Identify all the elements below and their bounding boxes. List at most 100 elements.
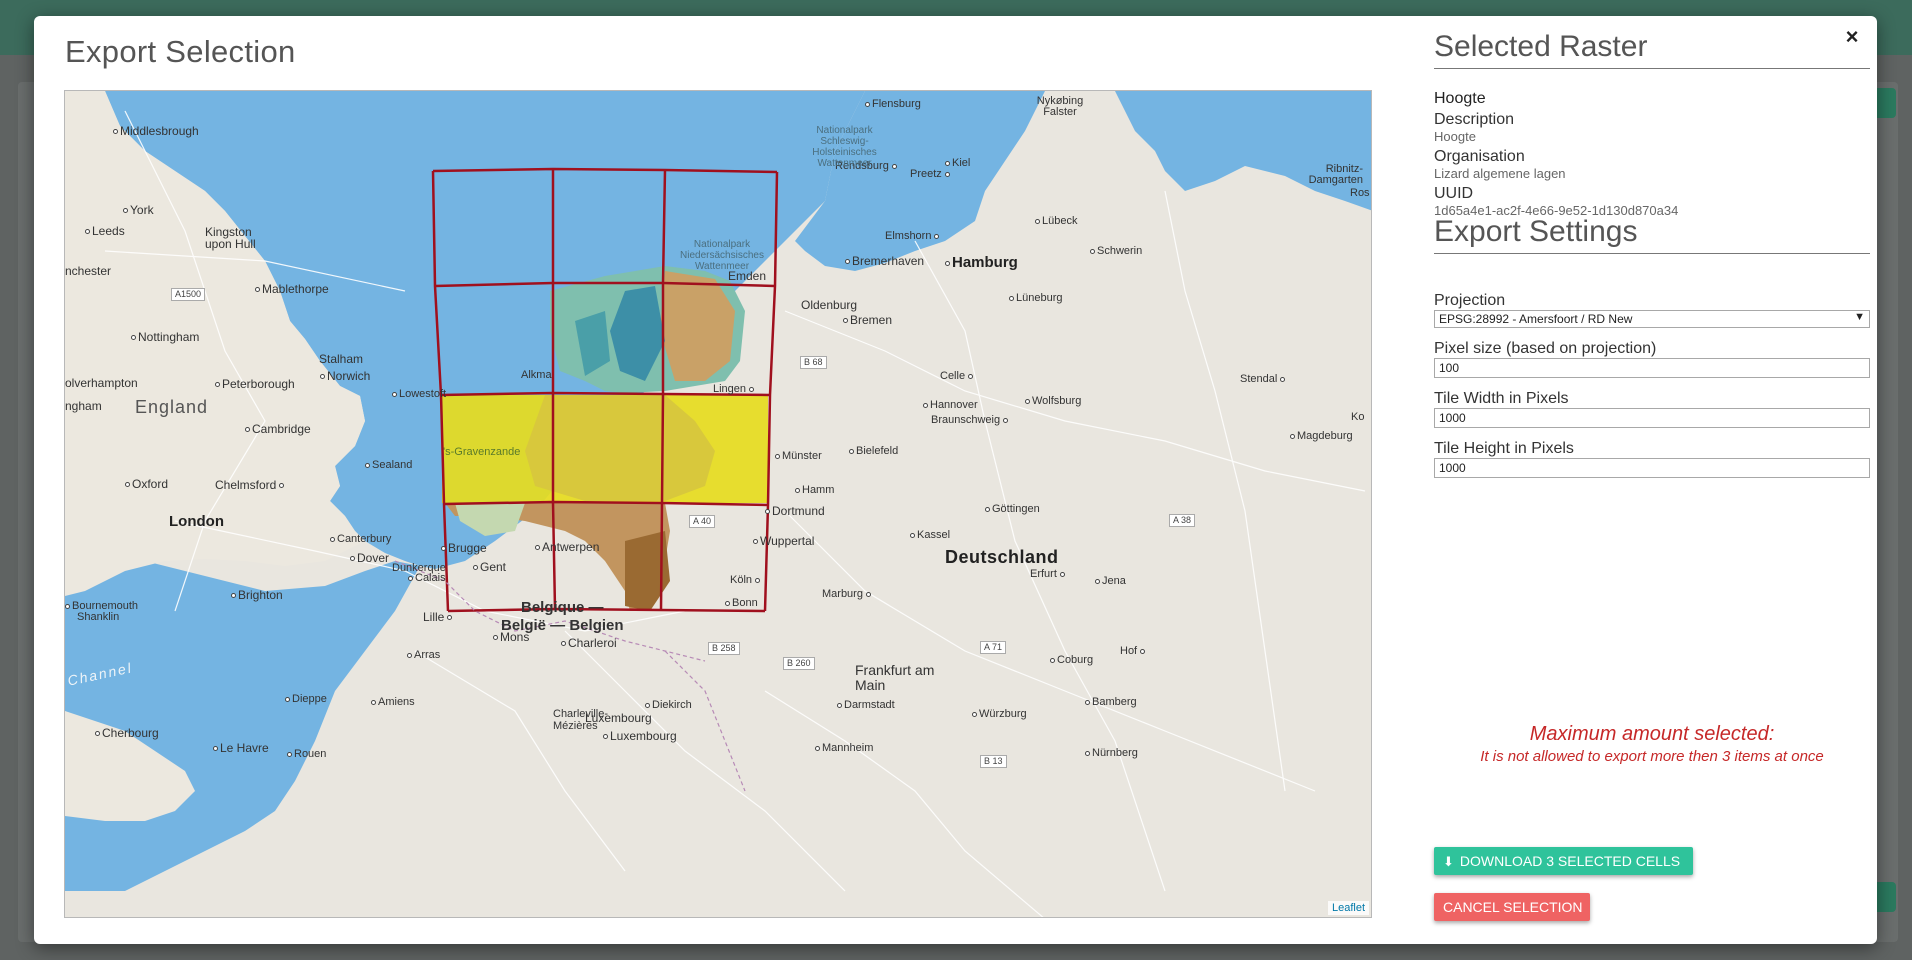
- map-label: Brugge: [441, 541, 487, 555]
- map-label: Köln: [730, 574, 762, 586]
- warning-text: It is not allowed to export more then 3 …: [1480, 748, 1824, 765]
- road-badge: B 260: [783, 657, 815, 670]
- map-label: Magdeburg: [1290, 430, 1353, 442]
- pixel-size-input[interactable]: 100: [1434, 358, 1870, 378]
- map-label: Coburg: [1050, 654, 1093, 666]
- map-label: Ko: [1351, 411, 1365, 423]
- map-label: Oldenburg: [801, 298, 858, 312]
- map-label: Lowestoft: [392, 388, 446, 400]
- map-label: olverhampton: [65, 376, 138, 390]
- organisation-value: Lizard algemene lagen: [1434, 166, 1566, 181]
- map-label: Le Havre: [213, 741, 269, 755]
- map-label: Cambridge: [245, 422, 311, 436]
- map-view[interactable]: Middlesbrough York Leeds Kingston upon H…: [64, 90, 1372, 918]
- map-label: Arras: [407, 649, 440, 661]
- map-label: Dieppe: [285, 693, 327, 705]
- organisation-label: Organisation: [1434, 148, 1525, 165]
- map-label: Luxembourg: [585, 711, 652, 725]
- road-badge: A1500: [171, 288, 206, 301]
- map-label: Ros: [1350, 187, 1370, 199]
- road-badge: A 40: [689, 515, 716, 528]
- map-label: Charleroi: [561, 636, 617, 650]
- map-canvas[interactable]: [65, 91, 1372, 918]
- map-label: Alkma: [521, 369, 552, 381]
- map-label: Diekirch: [645, 699, 692, 711]
- map-label: Bielefeld: [849, 445, 898, 457]
- map-label: Cherbourg: [95, 726, 159, 740]
- road-badge: A 71: [980, 641, 1007, 654]
- chevron-down-icon: ▼: [1854, 311, 1865, 323]
- map-label: 's-Gravenzande: [443, 446, 521, 458]
- map-label: Braunschweig: [931, 414, 1010, 426]
- road-badge: B 258: [708, 642, 740, 655]
- description-label: Description: [1434, 111, 1515, 128]
- map-label-park: Nationalpark Niedersächsisches Wattenmee…: [680, 239, 764, 272]
- map-label-city: Frankfurt am Main: [855, 662, 935, 693]
- map-label: Elmshorn: [885, 230, 941, 242]
- map-label: Würzburg: [972, 708, 1027, 720]
- map-label: Flensburg: [865, 98, 921, 110]
- map-label: Göttingen: [985, 503, 1040, 515]
- map-label: Chelmsford: [215, 478, 286, 492]
- map-label: Schwerin: [1090, 245, 1142, 257]
- map-label: Stendal: [1240, 373, 1287, 385]
- map-label: Amiens: [371, 696, 415, 708]
- tile-height-input[interactable]: 1000: [1434, 458, 1870, 478]
- map-label: Gent: [473, 560, 506, 574]
- map-label: Dover: [350, 551, 389, 565]
- tile-width-input[interactable]: 1000: [1434, 408, 1870, 428]
- map-label: Nürnberg: [1085, 747, 1138, 759]
- map-label: Stalham: [319, 352, 364, 366]
- map-label-park: Nationalpark Schleswig-Holsteinisches Wa…: [812, 125, 877, 169]
- map-label: Mannheim: [815, 742, 873, 754]
- map-label: Lübeck: [1035, 215, 1077, 227]
- download-selected-cells-button[interactable]: ⬇ DOWNLOAD 3 SELECTED CELLS: [1434, 847, 1693, 875]
- selected-raster-heading: Selected Raster: [1434, 30, 1870, 69]
- map-label: Hannover: [923, 399, 978, 411]
- raster-name: Hoogte: [1434, 90, 1486, 107]
- export-settings-heading: Export Settings: [1434, 215, 1870, 254]
- leaflet-attribution-link[interactable]: Leaflet: [1327, 901, 1369, 915]
- cancel-selection-button[interactable]: CANCEL SELECTION: [1434, 893, 1590, 921]
- map-label: Marburg: [822, 588, 873, 600]
- map-label: Leeds: [85, 224, 125, 238]
- map-label: ngham: [65, 399, 102, 413]
- warning-title: Maximum amount selected:: [1529, 723, 1775, 745]
- description-value: Hoogte: [1434, 129, 1476, 144]
- road-badge: B 68: [800, 356, 827, 369]
- map-label-country: Belgique —: [521, 599, 604, 616]
- map-label: Preetz: [910, 168, 952, 180]
- map-label: Bremerhaven: [845, 254, 924, 268]
- map-label: Celle: [940, 370, 975, 382]
- pixel-size-label: Pixel size (based on projection): [1434, 340, 1657, 357]
- map-label: Bamberg: [1085, 696, 1137, 708]
- map-label: Peterborough: [215, 377, 295, 391]
- map-label: Luxembourg: [603, 729, 677, 743]
- map-label: Hamm: [795, 484, 834, 496]
- map-label: Wolfsburg: [1025, 395, 1081, 407]
- map-label-city: Hamburg: [945, 254, 1018, 271]
- map-label: Shanklin: [77, 611, 120, 623]
- map-label: Bonn: [725, 597, 758, 609]
- map-label: Münster: [775, 450, 822, 462]
- map-label: Oxford: [125, 477, 168, 491]
- map-label: Lüneburg: [1009, 292, 1063, 304]
- map-label: nchester: [65, 264, 112, 278]
- map-label: Sealand: [365, 459, 412, 471]
- map-label: Kassel: [910, 529, 950, 541]
- map-label: Calais: [408, 572, 446, 584]
- map-label: York: [123, 203, 154, 217]
- projection-select[interactable]: EPSG:28992 - Amersfoort / RD New ▼: [1434, 310, 1870, 328]
- uuid-label: UUID: [1434, 185, 1474, 202]
- map-label: Antwerpen: [535, 540, 599, 554]
- map-label-country: Deutschland: [945, 547, 1059, 567]
- map-label: Wuppertal: [753, 534, 814, 548]
- map-label: Nottingham: [131, 330, 199, 344]
- map-label: Lingen: [713, 383, 756, 395]
- map-label: Mons: [493, 630, 529, 644]
- map-label: Middlesbrough: [113, 124, 199, 138]
- side-panel: Selected Raster Hoogte Description Hoogt…: [1434, 16, 1874, 944]
- projection-label: Projection: [1434, 292, 1506, 309]
- map-label-country: England: [135, 397, 209, 417]
- road-badge: B 13: [980, 755, 1007, 768]
